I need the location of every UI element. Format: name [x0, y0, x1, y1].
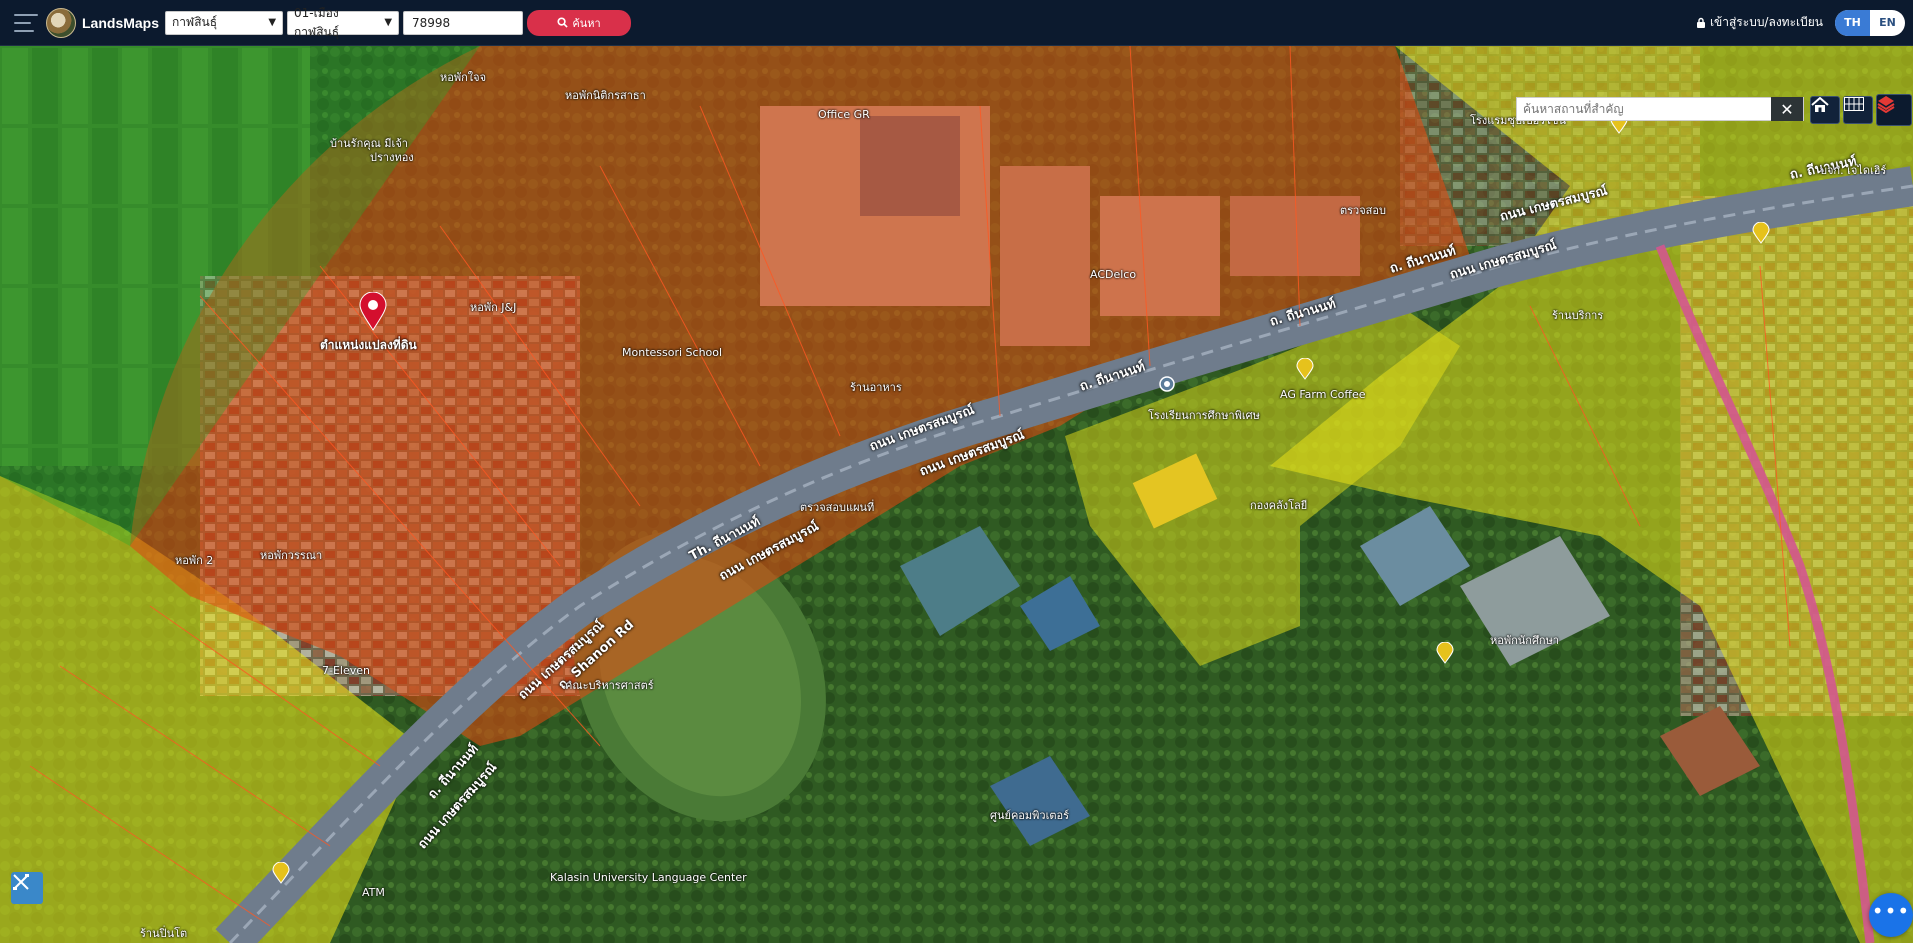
- district-select-value: 01-เมืองกาฬสินธุ์: [294, 5, 340, 39]
- grid-button[interactable]: [1843, 96, 1873, 124]
- place-label: โรงเรียนการศึกษาพิเศษ: [1148, 409, 1260, 422]
- poi-pin-icon[interactable]: [1296, 358, 1314, 380]
- chat-icon: •••: [1871, 899, 1911, 923]
- place-label: Kalasin University Language Center: [550, 871, 747, 884]
- language-toggle[interactable]: TH EN: [1835, 9, 1905, 36]
- place-search-box: ✕: [1516, 97, 1804, 121]
- login-label: เข้าสู่ระบบ/ลงทะเบียน: [1709, 15, 1823, 29]
- topbar-right: เข้าสู่ระบบ/ลงทะเบียน TH EN: [1696, 9, 1905, 36]
- poi-pin-icon[interactable]: [1752, 222, 1770, 244]
- district-select[interactable]: 01-เมืองกาฬสินธุ์ ▼: [287, 6, 400, 39]
- layers-icon: [1877, 96, 1895, 113]
- lock-icon: [1696, 17, 1705, 28]
- place-label: AG Farm Coffee: [1280, 388, 1366, 401]
- home-icon: [1811, 97, 1829, 112]
- place-label: หอพักนิติกรสาธา: [565, 89, 646, 102]
- app-title: LandsMaps: [82, 14, 160, 31]
- parcel-number-input[interactable]: [403, 10, 524, 35]
- chevron-down-icon: ▼: [384, 17, 393, 28]
- lang-th-button[interactable]: TH: [1835, 9, 1870, 36]
- place-label: หอพักนักศึกษา: [1490, 634, 1560, 647]
- place-label: คณะบริหารศาสตร์: [565, 679, 654, 692]
- search-icon: [557, 17, 569, 28]
- province-select-value: กาฬสินธุ์: [172, 15, 218, 29]
- layers-button[interactable]: [1876, 94, 1912, 126]
- hamburger-menu-icon[interactable]: [14, 13, 38, 32]
- landsmaps-logo: [46, 7, 76, 38]
- search-button[interactable]: ค้นหา: [527, 9, 632, 36]
- login-link[interactable]: เข้าสู่ระบบ/ลงทะเบียน: [1696, 13, 1823, 32]
- close-icon: ✕: [1780, 99, 1794, 119]
- search-button-label: ค้นหา: [572, 17, 601, 30]
- place-label: หอพัก J&J: [470, 301, 517, 314]
- satellite-map-layer: [0, 46, 1913, 943]
- place-label: ร้านบริการ: [1552, 309, 1604, 322]
- parcel-location-marker-icon[interactable]: [358, 292, 388, 332]
- place-label: หอพัก 2: [175, 554, 214, 567]
- lang-en-button[interactable]: EN: [1870, 10, 1905, 36]
- place-label: ร้านอาหาร: [850, 381, 902, 394]
- place-label: Montessori School: [622, 346, 723, 359]
- place-label: ตรวจสอบแผนที่: [800, 501, 875, 514]
- measure-icon: [13, 874, 29, 890]
- place-label: กองคลังโลยี: [1250, 499, 1308, 512]
- map-canvas[interactable]: ตำแหน่งแปลงที่ดิน ถ. ถีนานนท์ ถนน เกษตรส…: [0, 46, 1913, 943]
- place-label: หอพักใจจ: [440, 71, 487, 84]
- place-label: ATM: [362, 886, 385, 899]
- place-label: หอพักวรรณา: [260, 549, 323, 562]
- place-label: 7-Eleven: [322, 664, 370, 677]
- poi-pin-icon[interactable]: [272, 862, 290, 884]
- place-label: บจก. เจไดเฮิร์: [1820, 164, 1887, 177]
- top-bar: LandsMaps กาฬสินธุ์ ▼ 01-เมืองกาฬสินธุ์ …: [0, 0, 1913, 46]
- chevron-down-icon: ▼: [268, 17, 277, 28]
- place-label: ปรางทอง: [370, 151, 414, 164]
- measure-tool-button[interactable]: [11, 872, 43, 904]
- grid-icon: [1844, 97, 1864, 111]
- poi-pin-icon[interactable]: [1436, 642, 1454, 664]
- province-select[interactable]: กาฬสินธุ์ ▼: [165, 10, 284, 35]
- home-button[interactable]: [1810, 96, 1840, 124]
- chat-button[interactable]: •••: [1869, 893, 1913, 937]
- place-label: ร้านปิ่นโต: [140, 927, 188, 940]
- place-label: Office GR: [818, 108, 870, 121]
- place-search-input[interactable]: [1517, 98, 1771, 120]
- clear-search-button[interactable]: ✕: [1771, 97, 1803, 121]
- place-label: ACDelco: [1090, 268, 1137, 281]
- place-label: ศูนย์คอมพิวเตอร์: [990, 809, 1070, 822]
- place-label: ตรวจสอบ: [1340, 204, 1386, 217]
- location-dot-icon[interactable]: [1159, 376, 1175, 392]
